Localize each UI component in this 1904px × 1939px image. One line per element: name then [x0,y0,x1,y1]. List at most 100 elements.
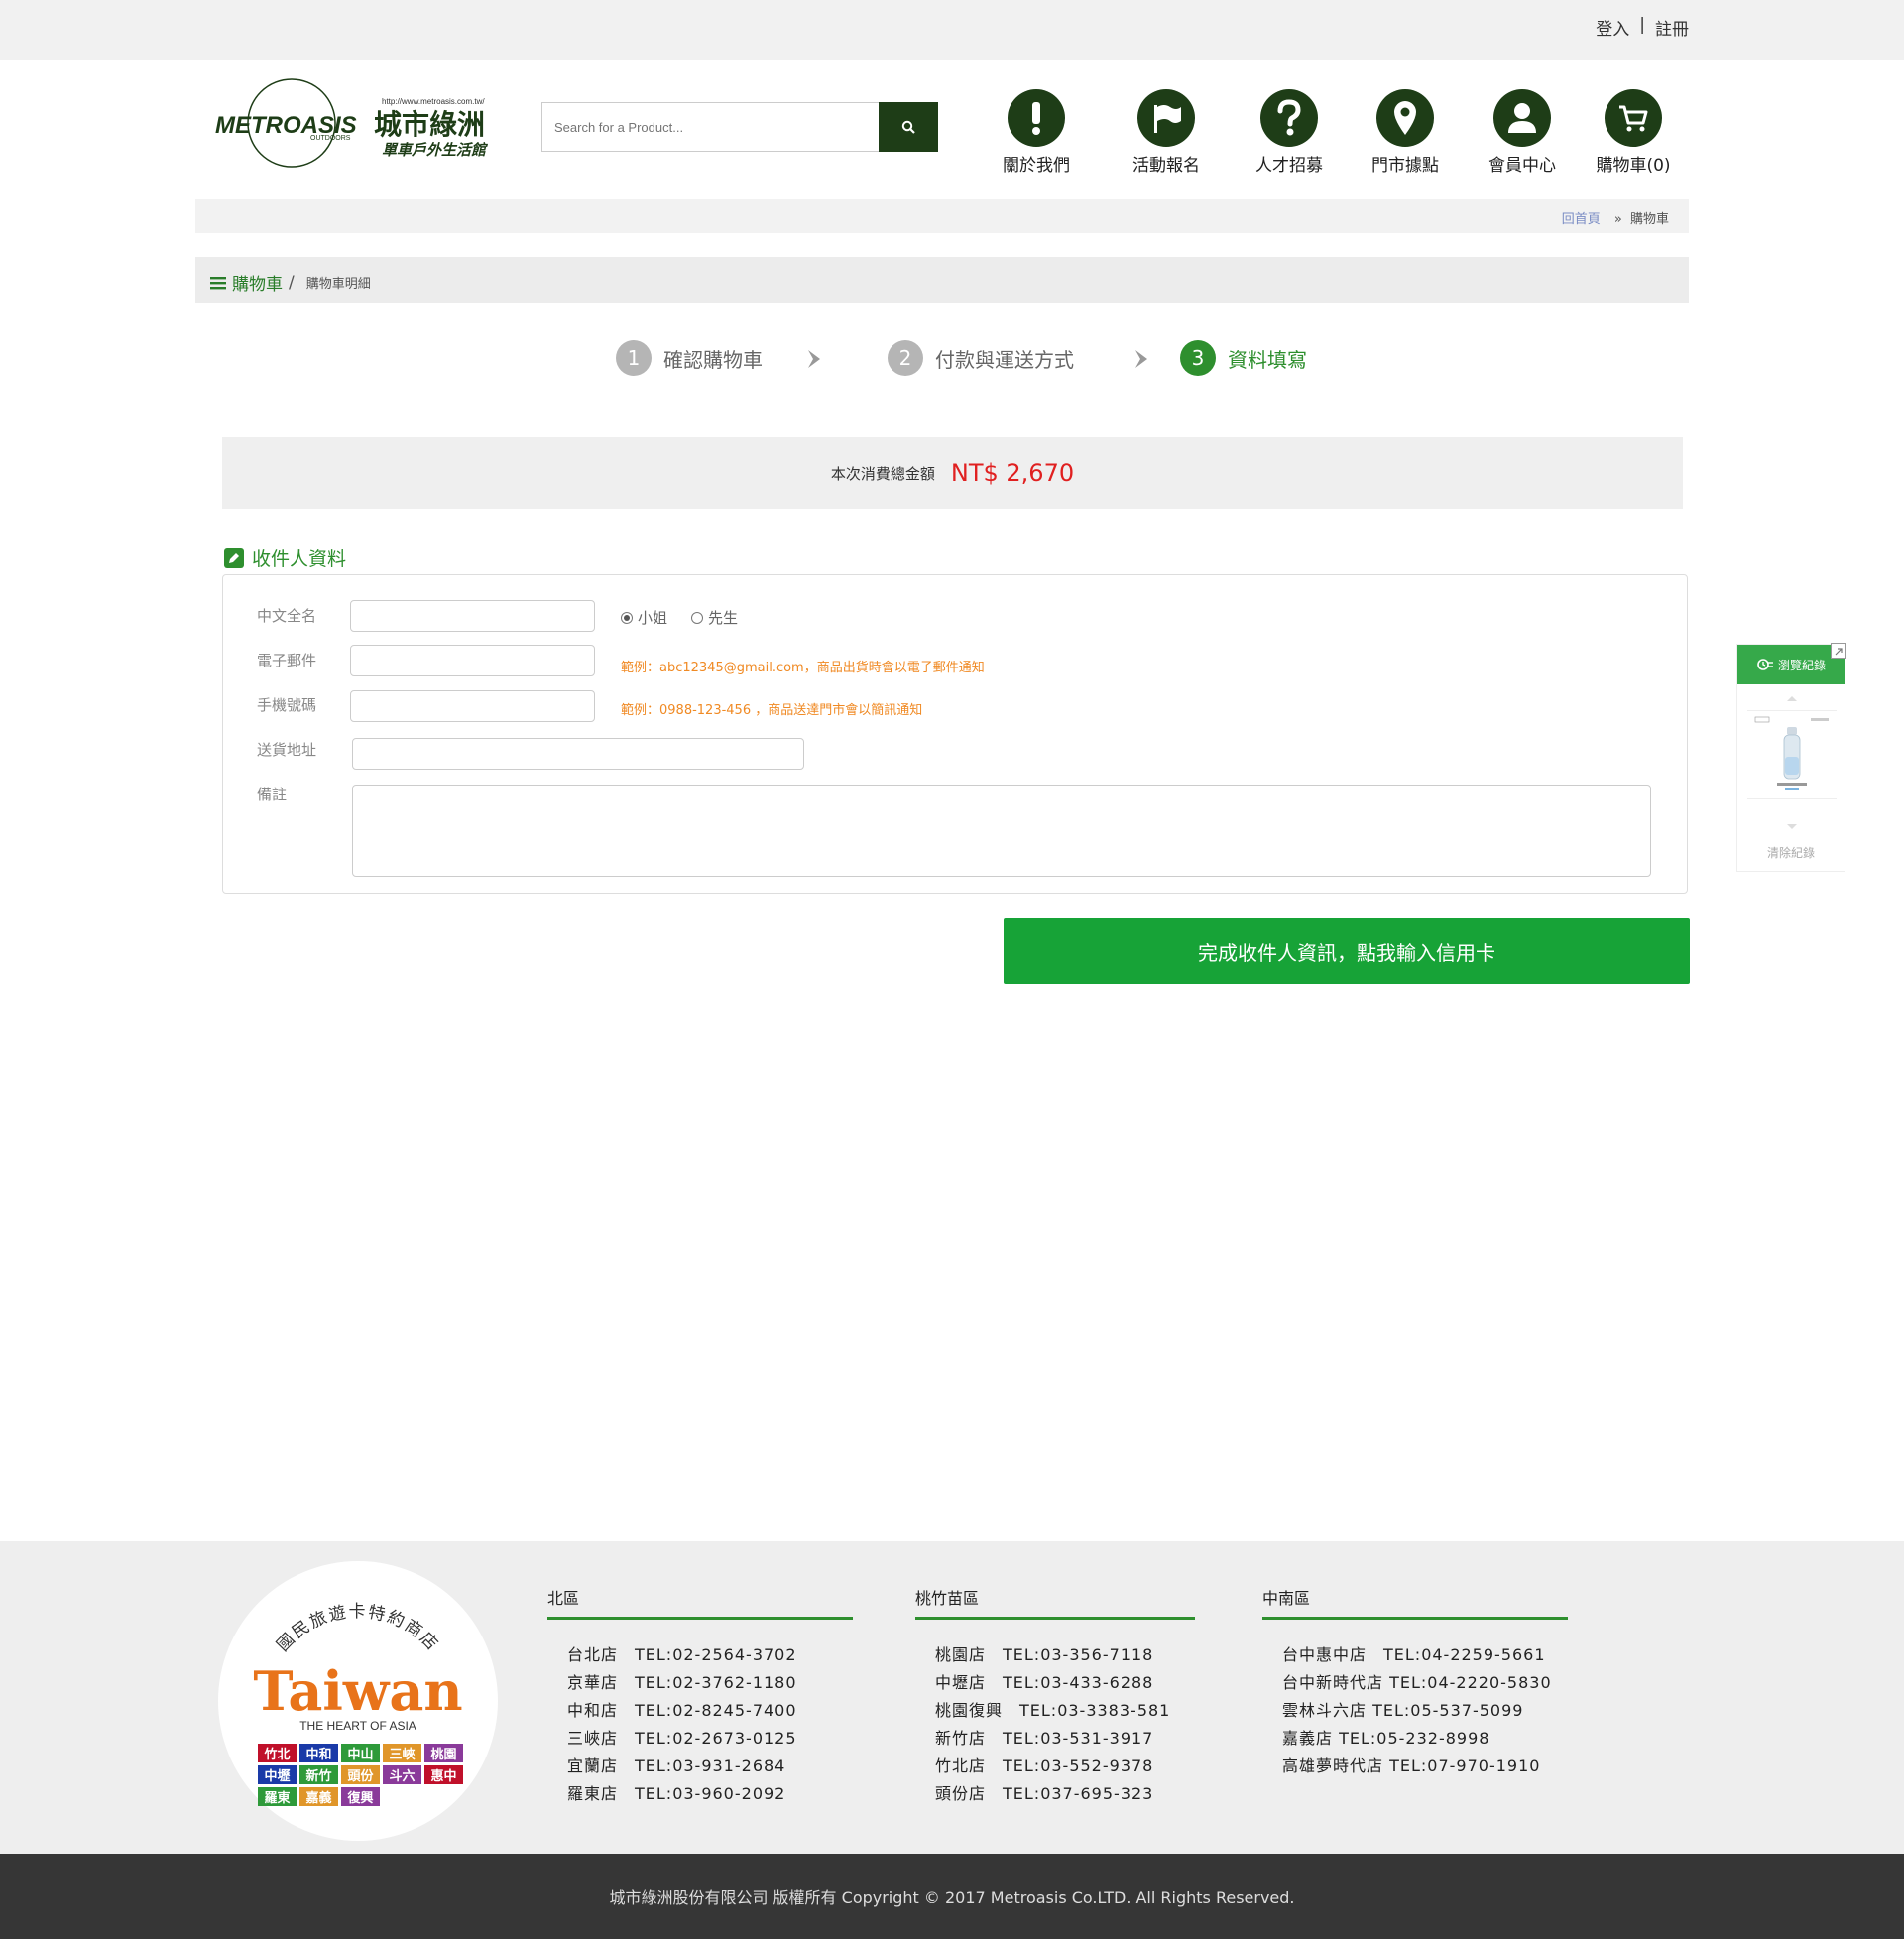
main-nav: 關於我們 活動報名 人才招募 門市據點 會員中心 購物車(0) [0,89,1904,179]
radio-miss[interactable]: 小姐 [621,607,667,628]
address-label: 送貨地址 [257,741,317,759]
store-item: 宜蘭店 TEL:03-931-2684 [567,1757,786,1775]
email-field[interactable] [350,645,595,676]
store-item: 桃園店 TEL:03-356-7118 [935,1645,1154,1664]
store-item: 三峽店 TEL:02-2673-0125 [567,1729,797,1748]
badge-store-tags: 竹北 中和 中山 三峽 桃園中壢 新竹 頭份 斗六 惠中羅東 嘉義 復興 [258,1744,463,1806]
badge-tag-label: 惠中 [430,1768,456,1784]
nav-about[interactable]: 關於我們 [982,89,1091,176]
chevron-down-icon[interactable] [1786,823,1798,831]
badge-tag-label: 中壢 [264,1768,290,1784]
recipient-title: 收件人資料 [252,548,347,570]
chevron-up-icon[interactable] [1786,694,1798,702]
radio-button[interactable] [691,611,703,624]
map-pin-icon [1376,89,1434,147]
step-3: 3 資料填寫 [1180,340,1307,376]
badge-tag-label: 嘉義 [304,1790,331,1806]
nav-label: 活動報名 [1132,156,1200,176]
region-heading: 桃竹苗區 [915,1585,1195,1620]
chevron-right-icon [1135,350,1147,368]
step-label: 資料填寫 [1228,347,1307,372]
history-icon [1757,659,1773,670]
login-link[interactable]: 登入 [1596,15,1629,40]
note-label: 備註 [257,786,288,803]
address-field[interactable] [352,738,804,770]
region-heading: 中南區 [1262,1585,1568,1620]
store-item: 高雄夢時代店 TEL:07-970-1910 [1282,1757,1541,1775]
step-2: 2 付款與運送方式 [888,340,1074,376]
external-link-icon[interactable] [1831,643,1846,659]
phone-field[interactable] [350,690,595,722]
radio-button[interactable] [621,611,633,624]
page-title[interactable]: 購物車 [232,270,283,295]
step-1: 1 確認購物車 [616,340,763,376]
email-hint: 範例：abc12345@gmail.com，商品出貨時會以電子郵件通知 [621,661,985,675]
footer-region-central-south: 中南區 台中惠中店 TEL:04-2259-5661 台中新時代店 TEL:04… [1262,1585,1568,1780]
top-bar: 登入 | 註冊 [0,0,1904,60]
step-number: 1 [616,340,652,376]
step-label: 付款與運送方式 [935,347,1074,372]
nav-cart[interactable]: 購物車(0) [1579,89,1688,176]
store-item: 京華店 TEL:02-3762-1180 [567,1673,797,1692]
name-field[interactable] [350,600,595,632]
total-amount: NT$ 2,670 [950,459,1075,487]
phone-hint: 範例：0988-123-456 ，商品送達門市會以簡訊通知 [621,703,923,718]
footer: 國民旅遊卡特約商店 Taiwan THE HEART OF ASIA 竹北 中和中… [0,1541,1904,1854]
register-link[interactable]: 註冊 [1655,15,1689,40]
radio-label: 小姐 [638,609,668,627]
name-label: 中文全名 [257,607,317,625]
radio-mr[interactable]: 先生 [691,607,738,628]
nav-label: 門市據點 [1371,156,1439,176]
submit-button[interactable]: 完成收件人資訊，點我輸入信用卡 [1004,918,1690,984]
badge-tag-label: 斗六 [389,1768,415,1784]
chevron-right-icon [808,350,820,368]
double-chevron-icon: » [1613,212,1622,227]
recipient-form: 中文全名 小姐 先生 電子郵件 範例：abc12345@gmail.com，商品… [222,574,1688,894]
badge-tag-label: 三峽 [389,1747,416,1762]
nav-careers[interactable]: 人才招募 [1235,89,1344,176]
badge-tag-label: 中和 [305,1747,331,1762]
region-store-list: 台北店 TEL:02-2564-3702 京華店 TEL:02-3762-118… [547,1641,853,1808]
user-icon [1493,89,1551,147]
badge-word: Taiwan [253,1659,462,1723]
badge-arc-text: 國民旅遊卡特約商店 [273,1602,440,1655]
store-item: 台中新時代店 TEL:04-2220-5830 [1282,1673,1552,1692]
breadcrumb-home[interactable]: 回首頁 [1562,212,1601,227]
nav-label: 人才招募 [1255,156,1323,176]
badge-tag-label: 竹北 [263,1747,290,1762]
note-textarea[interactable] [352,785,1651,877]
history-header: 瀏覽紀錄 [1737,645,1844,684]
nav-label: 會員中心 [1488,156,1556,176]
auth-links: 登入 | 註冊 [1596,15,1689,40]
store-item: 中壢店 TEL:03-433-6288 [935,1673,1154,1692]
nav-events[interactable]: 活動報名 [1112,89,1221,176]
auth-separator: | [1639,15,1645,35]
exclamation-icon [1008,89,1065,147]
badge-tag-label: 桃園 [430,1747,456,1762]
nav-member[interactable]: 會員中心 [1468,89,1577,176]
store-item: 中和店 TEL:02-8245-7400 [567,1701,797,1720]
history-title: 瀏覽紀錄 [1777,658,1826,672]
store-item: 台中惠中店 TEL:04-2259-5661 [1282,1645,1546,1664]
store-item: 桃園復興 TEL:03-3383-581 [935,1701,1171,1720]
question-icon [1260,89,1318,147]
total-label: 本次消費總金額 [830,464,935,483]
step-number: 3 [1180,340,1216,376]
footer-region-taozhumiao: 桃竹苗區 桃園店 TEL:03-356-7118 中壢店 TEL:03-433-… [915,1585,1195,1808]
menu-icon [210,276,226,289]
badge-tag-label: 頭份 [347,1768,374,1784]
store-item: 新竹店 TEL:03-531-3917 [935,1729,1154,1748]
nav-label: 關於我們 [1003,156,1070,176]
store-item: 台北店 TEL:02-2564-3702 [567,1645,797,1664]
nav-stores[interactable]: 門市據點 [1351,89,1460,176]
footer-region-north: 北區 台北店 TEL:02-2564-3702 京華店 TEL:02-3762-… [547,1585,853,1808]
history-product-thumb[interactable] [1747,710,1837,799]
recipient-section-title: 收件人資料 [224,545,346,571]
order-total: 本次消費總金額 NT$ 2,670 [222,437,1683,509]
checkout-steps: 1 確認購物車 2 付款與運送方式 3 資料填寫 [0,340,1904,378]
region-store-list: 台中惠中店 TEL:04-2259-5661 台中新時代店 TEL:04-222… [1262,1641,1568,1780]
clear-history-link[interactable]: 清除紀錄 [1737,844,1844,861]
nav-label: 購物車(0) [1596,156,1671,176]
title-separator: / [289,272,295,293]
browsing-history: 瀏覽紀錄 清除紀錄 [1736,643,1846,872]
